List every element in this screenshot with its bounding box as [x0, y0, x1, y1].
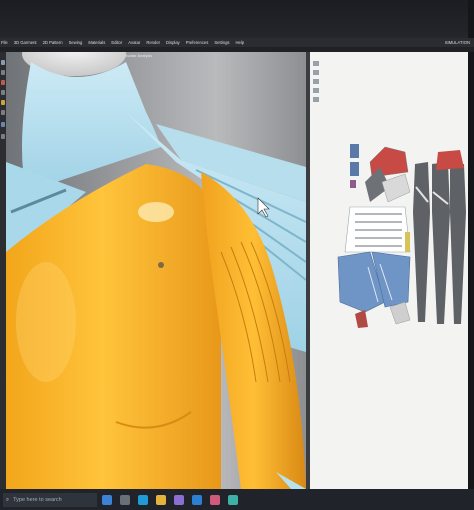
chest-highlight: [138, 202, 174, 222]
menu-settings[interactable]: Settings: [214, 40, 229, 45]
pattern-piece[interactable]: [432, 162, 450, 324]
3d-scene: [6, 52, 306, 489]
explorer-icon[interactable]: [156, 495, 166, 505]
pattern-piece[interactable]: [350, 180, 356, 188]
pattern-piece[interactable]: [436, 150, 464, 170]
texture-tool-icon[interactable]: [1, 134, 5, 139]
2d-pattern-window[interactable]: [310, 52, 468, 489]
avatar-tool-icon[interactable]: [1, 122, 5, 127]
store-icon[interactable]: [174, 495, 184, 505]
menu-display[interactable]: Display: [166, 40, 180, 45]
monitor-bezel: [0, 0, 474, 38]
viewport-title: Avatar Analysis: [125, 53, 153, 58]
measure-point[interactable]: [158, 262, 164, 268]
select-tool-icon[interactable]: [1, 60, 5, 65]
menu-preferences[interactable]: Preferences: [186, 40, 209, 45]
menu-render[interactable]: Render: [146, 40, 160, 45]
menu-avatar[interactable]: Avatar: [128, 40, 140, 45]
workspace-label[interactable]: SIMULATION: [445, 40, 470, 45]
pattern-sew-icon[interactable]: [313, 88, 319, 93]
measure-tool-icon[interactable]: [1, 100, 5, 105]
pattern-piece[interactable]: [350, 144, 359, 158]
menu-3d-garment[interactable]: 3D Garment: [14, 40, 37, 45]
app-icon[interactable]: [228, 495, 238, 505]
pattern-canvas: [337, 144, 466, 328]
taskbar-search-input[interactable]: ⌕ Type here to search: [3, 493, 97, 507]
pattern-piece[interactable]: [350, 162, 359, 176]
menu-materials[interactable]: Materials: [88, 40, 105, 45]
menu-sewing[interactable]: Sewing: [69, 40, 83, 45]
monitor-bezel-right: [468, 0, 474, 510]
edge-icon[interactable]: [138, 495, 148, 505]
photos-icon[interactable]: [210, 495, 220, 505]
mail-icon[interactable]: [192, 495, 202, 505]
pattern-piece[interactable]: [355, 310, 368, 328]
pin-tool-icon[interactable]: [1, 80, 5, 85]
pattern-toolbar: [312, 60, 321, 104]
torso-highlight: [16, 262, 76, 382]
fold-tool-icon[interactable]: [1, 90, 5, 95]
menu-file[interactable]: File: [1, 40, 8, 45]
pattern-select-icon[interactable]: [313, 61, 319, 66]
pattern-piece[interactable]: [450, 164, 466, 324]
menu-help[interactable]: Help: [236, 40, 245, 45]
move-tool-icon[interactable]: [1, 70, 5, 75]
windows-icon[interactable]: [102, 495, 112, 505]
pattern-edit-icon[interactable]: [313, 70, 319, 75]
pattern-draw-icon[interactable]: [313, 79, 319, 84]
pattern-piece[interactable]: [381, 173, 411, 203]
3d-viewport[interactable]: [6, 52, 306, 489]
menu-editor[interactable]: Editor: [111, 40, 122, 45]
task-view-icon[interactable]: [120, 495, 130, 505]
search-icon: ⌕: [6, 496, 10, 503]
search-placeholder: Type here to search: [13, 497, 62, 503]
menu-2d-pattern[interactable]: 2D Pattern: [43, 40, 63, 45]
pattern-fold-icon[interactable]: [313, 97, 319, 102]
pattern-piece[interactable]: [413, 162, 430, 322]
menu-bar: File 3D Garment 2D Pattern Sewing Materi…: [0, 38, 474, 47]
tape-tool-icon[interactable]: [1, 110, 5, 115]
pattern-piece[interactable]: [405, 232, 410, 252]
